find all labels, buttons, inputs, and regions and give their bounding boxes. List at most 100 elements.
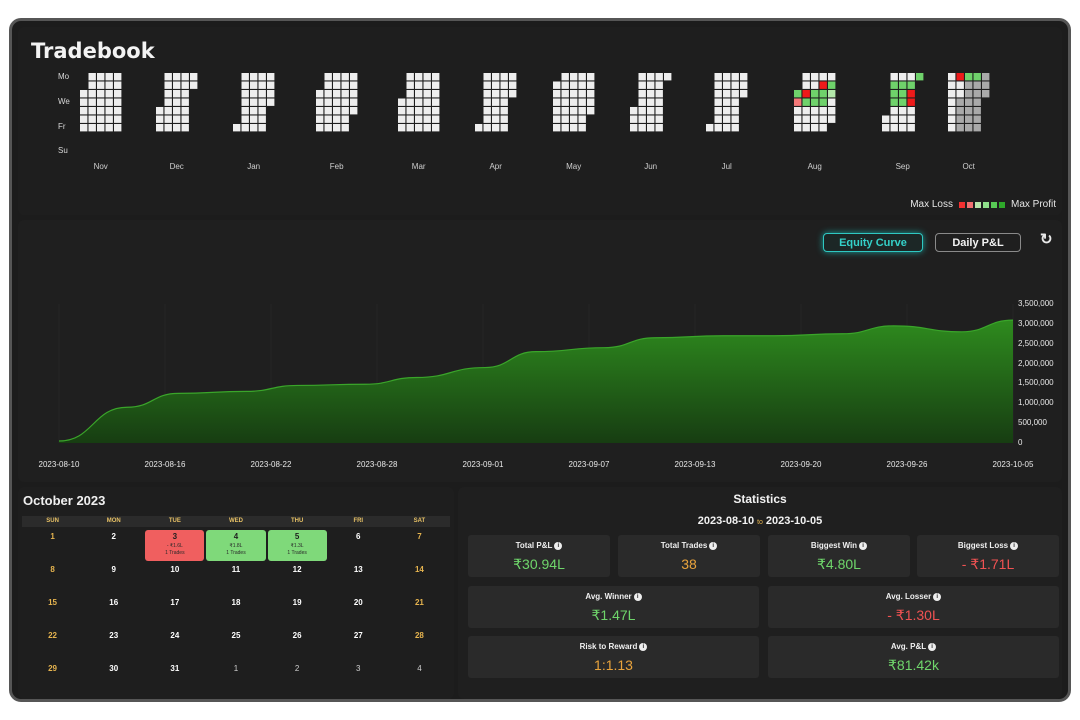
heatmap-day-cell[interactable] [156, 124, 164, 132]
heatmap-day-cell[interactable] [882, 124, 890, 132]
calendar-day[interactable]: 2 [84, 530, 143, 563]
heatmap-day-cell[interactable] [173, 98, 181, 106]
heatmap-day-cell[interactable] [88, 73, 96, 81]
heatmap-day-cell[interactable] [114, 107, 122, 115]
heatmap-day-cell[interactable] [241, 73, 249, 81]
heatmap-day-cell[interactable] [324, 98, 332, 106]
heatmap-day-cell[interactable] [714, 124, 722, 132]
heatmap-day-cell[interactable] [105, 90, 113, 98]
heatmap-day-cell[interactable] [731, 107, 739, 115]
heatmap-day-cell[interactable] [638, 73, 646, 81]
heatmap-day-cell[interactable] [899, 115, 907, 123]
heatmap-day-cell[interactable] [553, 107, 561, 115]
heatmap-day-cell[interactable] [241, 107, 249, 115]
heatmap-day-cell[interactable] [492, 73, 500, 81]
heatmap-day-cell[interactable] [965, 107, 973, 115]
calendar-day[interactable]: 15 [23, 596, 82, 629]
heatmap-day-cell[interactable] [570, 107, 578, 115]
heatmap-day-cell[interactable] [907, 98, 915, 106]
heatmap-day-cell[interactable] [316, 90, 324, 98]
heatmap-day-cell[interactable] [740, 73, 748, 81]
heatmap-day-cell[interactable] [80, 107, 88, 115]
calendar-day[interactable]: 18 [206, 596, 265, 629]
heatmap-day-cell[interactable] [647, 107, 655, 115]
heatmap-day-cell[interactable] [173, 124, 181, 132]
heatmap-day-cell[interactable] [907, 107, 915, 115]
heatmap-day-cell[interactable] [740, 81, 748, 89]
heatmap-day-cell[interactable] [432, 98, 440, 106]
heatmap-day-cell[interactable] [899, 81, 907, 89]
heatmap-day-cell[interactable] [350, 73, 358, 81]
heatmap-day-cell[interactable] [655, 98, 663, 106]
heatmap-day-cell[interactable] [907, 90, 915, 98]
info-icon[interactable]: i [928, 642, 937, 651]
heatmap-day-cell[interactable] [802, 115, 810, 123]
heatmap-day-cell[interactable] [483, 81, 491, 89]
heatmap-day-cell[interactable] [638, 98, 646, 106]
heatmap-day-cell[interactable] [723, 73, 731, 81]
heatmap-day-cell[interactable] [819, 81, 827, 89]
calendar-day[interactable]: 17 [145, 596, 204, 629]
heatmap-day-cell[interactable] [802, 81, 810, 89]
heatmap-day-cell[interactable] [500, 107, 508, 115]
calendar-day[interactable]: 14 [390, 563, 449, 596]
calendar-day[interactable]: 4 ₹1.8L 1 Trades [206, 530, 266, 561]
calendar-day[interactable]: 28 [390, 629, 449, 662]
heatmap-day-cell[interactable] [802, 90, 810, 98]
heatmap-day-cell[interactable] [956, 98, 964, 106]
calendar-day[interactable]: 19 [268, 596, 327, 629]
heatmap-day-cell[interactable] [723, 90, 731, 98]
heatmap-day-cell[interactable] [587, 98, 595, 106]
heatmap-day-cell[interactable] [638, 124, 646, 132]
heatmap-day-cell[interactable] [828, 73, 836, 81]
heatmap-day-cell[interactable] [982, 81, 990, 89]
heatmap-day-cell[interactable] [561, 107, 569, 115]
heatmap-day-cell[interactable] [88, 81, 96, 89]
heatmap-day-cell[interactable] [570, 73, 578, 81]
heatmap-day-cell[interactable] [794, 107, 802, 115]
heatmap-day-cell[interactable] [811, 107, 819, 115]
heatmap-day-cell[interactable] [811, 73, 819, 81]
info-icon[interactable]: i [639, 642, 648, 651]
heatmap-day-cell[interactable] [250, 124, 258, 132]
heatmap-day-cell[interactable] [173, 90, 181, 98]
heatmap-day-cell[interactable] [956, 107, 964, 115]
heatmap-day-cell[interactable] [114, 98, 122, 106]
heatmap-day-cell[interactable] [723, 81, 731, 89]
heatmap-day-cell[interactable] [500, 73, 508, 81]
heatmap-day-cell[interactable] [333, 81, 341, 89]
calendar-day[interactable]: 20 [329, 596, 388, 629]
heatmap-day-cell[interactable] [740, 90, 748, 98]
heatmap-day-cell[interactable] [819, 107, 827, 115]
heatmap-day-cell[interactable] [973, 115, 981, 123]
heatmap-day-cell[interactable] [578, 107, 586, 115]
heatmap-day-cell[interactable] [570, 124, 578, 132]
heatmap-day-cell[interactable] [492, 107, 500, 115]
heatmap-day-cell[interactable] [324, 81, 332, 89]
heatmap-day-cell[interactable] [647, 124, 655, 132]
heatmap-day-cell[interactable] [647, 81, 655, 89]
heatmap-day-cell[interactable] [258, 90, 266, 98]
heatmap-day-cell[interactable] [965, 90, 973, 98]
heatmap-day-cell[interactable] [483, 124, 491, 132]
heatmap-day-cell[interactable] [164, 90, 172, 98]
heatmap-day-cell[interactable] [114, 73, 122, 81]
heatmap-day-cell[interactable] [432, 81, 440, 89]
heatmap-day-cell[interactable] [948, 124, 956, 132]
calendar-day[interactable]: 2 [268, 662, 327, 695]
heatmap-day-cell[interactable] [723, 107, 731, 115]
heatmap-day-cell[interactable] [948, 81, 956, 89]
heatmap-day-cell[interactable] [811, 124, 819, 132]
heatmap-day-cell[interactable] [114, 124, 122, 132]
heatmap-day-cell[interactable] [341, 115, 349, 123]
heatmap-day-cell[interactable] [333, 73, 341, 81]
calendar-day[interactable]: 3 - ₹1.6L 1 Trades [145, 530, 205, 561]
heatmap-day-cell[interactable] [890, 81, 898, 89]
heatmap-day-cell[interactable] [723, 124, 731, 132]
heatmap-day-cell[interactable] [483, 115, 491, 123]
heatmap-day-cell[interactable] [630, 115, 638, 123]
heatmap-day-cell[interactable] [114, 90, 122, 98]
heatmap-day-cell[interactable] [105, 98, 113, 106]
heatmap-day-cell[interactable] [890, 90, 898, 98]
heatmap-day-cell[interactable] [333, 98, 341, 106]
